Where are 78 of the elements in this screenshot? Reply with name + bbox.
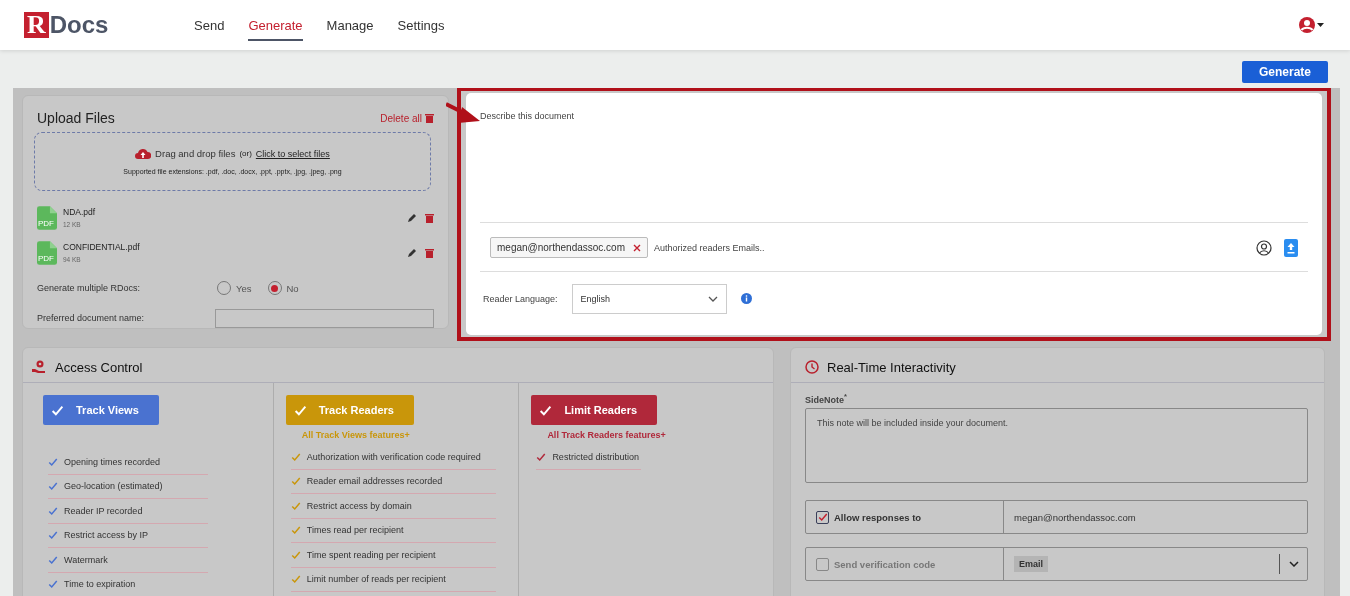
chevron-down-icon[interactable] [707,295,718,302]
cloud-upload-icon [135,148,152,159]
tier-button[interactable]: Limit Readers [531,395,658,425]
nav-link[interactable]: Settings [397,9,445,41]
trash-icon[interactable] [425,212,434,223]
check-icon [290,574,301,585]
document-name-field[interactable] [215,308,434,328]
delete-all-link[interactable]: Delete all [380,112,434,124]
check-icon [290,451,301,462]
check-icon [293,403,307,417]
trash-icon[interactable] [425,113,434,123]
check-icon [48,456,58,467]
feature-text: Opening times recorded [64,456,161,467]
field-label: Preferred document name: [37,313,146,323]
tier-button[interactable]: Track Views [43,395,159,425]
feature-text: Times read per recipient [306,525,404,536]
check-icon [290,549,301,560]
info-icon[interactable] [740,293,752,304]
file-name: NDA.pdf [63,207,97,217]
check-icon [48,505,58,516]
pencil-icon[interactable] [407,212,417,223]
close-icon[interactable] [633,243,641,252]
feature-text: Limit number of reads per recipient [306,574,446,585]
check-icon [290,500,301,511]
file-icon [37,205,57,230]
radio-option[interactable]: Yes [217,281,252,295]
radio-option[interactable]: No [267,281,299,295]
check-icon [48,530,58,541]
sidenote-field[interactable]: This note will be included inside your document. [805,408,1308,483]
feature-text: Restrict access by IP [64,530,149,541]
card-title: Upload Files [37,110,115,126]
field-label: Reader Language: [483,293,558,304]
generate-button[interactable]: Generate [1242,61,1328,83]
user-menu[interactable] [1298,16,1324,34]
check-icon [51,403,64,417]
pencil-icon[interactable] [407,247,417,258]
email-chip[interactable]: megan@northendassoc.com [490,237,648,258]
user-icon[interactable] [1256,239,1272,256]
check-icon [48,579,58,590]
or-text: (or) [239,149,252,158]
language-select[interactable]: English [571,283,727,314]
upload-file-icon[interactable] [1284,238,1298,257]
tier-subtitle: All Track Readers features+ [547,430,667,442]
description-field[interactable]: Describe this document [466,93,1322,223]
nav-link[interactable]: Generate [248,9,303,41]
feature-text: Restricted distribution [552,451,639,462]
feature-text: Time spent reading per recipient [306,549,436,560]
feature-text: Time to expiration [64,579,136,590]
select-files-link[interactable]: Click to select files [255,148,330,159]
file-type: PDF [38,253,54,263]
field-label: Generate multiple RDocs: [37,283,142,293]
check-icon [290,525,301,536]
check-icon [48,554,58,565]
feature-text: Reader IP recorded [64,505,143,516]
nav-link[interactable]: Manage [326,9,374,41]
drag-text: Drag and drop files [155,148,236,159]
check-icon [48,481,58,492]
feature-text: Reader email addresses recorded [306,476,443,487]
feature-text: Geo-location (estimated) [64,481,163,492]
tier-subtitle: All Track Views features+ [301,430,411,442]
field-label: SideNote$^{*}$ [805,392,848,405]
trash-icon[interactable] [425,247,434,258]
check-icon [290,476,301,487]
file-icon [37,240,57,265]
hand-gear-icon [31,359,47,375]
section-title: Real-Time Interactivity [827,359,956,375]
feature-text: Watermark [64,554,108,565]
feature-text: Restrict access by domain [306,500,412,511]
nav-link[interactable]: Send [194,9,225,41]
feature-text: Authorization with verification code required [306,451,481,462]
logo-text: Docs [49,11,109,39]
section-title: Access Control [55,359,143,375]
clock-icon [805,360,819,374]
file-type: PDF [38,218,54,228]
file-name: CONFIDENTIAL.pdf [63,242,141,252]
logo-letter: R [24,12,49,38]
check-icon [536,451,547,462]
check-icon [539,403,553,417]
